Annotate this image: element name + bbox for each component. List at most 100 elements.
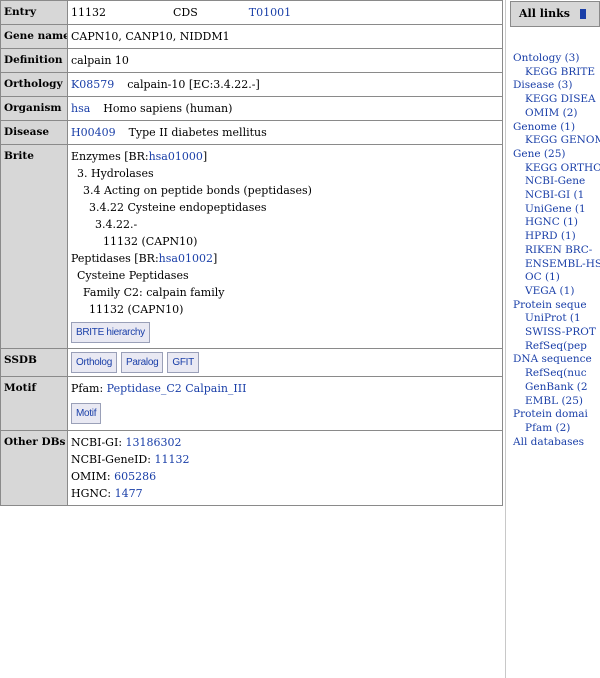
all-links-sidebar: All links Ontology (3) KEGG BRITE Disease … [510,0,600,678]
motif-prefix: Pfam: [71,382,104,395]
db-key: NCBI-GI: [71,436,123,449]
orthology-value: K08579 calpain-10 [EC:3.4.22.-] [67,72,503,97]
ko-link[interactable]: K08579 [71,78,114,91]
sidebar-link[interactable]: KEGG GENOM [513,134,600,148]
brite-line: 3.4.22.- [95,218,138,231]
ssdb-label: SSDB [0,348,68,377]
sidebar-link[interactable]: GenBank (2 [513,381,600,395]
sidebar-link[interactable]: OC (1) [513,271,600,285]
other-dbs-value: NCBI-GI: 13186302 NCBI-GeneID: 11132 OMI… [67,430,503,506]
ssdb-value: Ortholog Paralog GFIT [67,348,503,377]
gfit-button[interactable]: GFIT [167,352,199,373]
sidebar-link[interactable]: UniProt (1 [513,312,600,326]
entry-id: 11132 [71,6,106,19]
db-link[interactable]: 1477 [115,487,143,500]
organism-link[interactable]: hsa [71,102,90,115]
sidebar-link[interactable]: Pfam (2) [513,422,600,436]
brite-line: 11132 (CAPN10) [103,235,198,248]
sidebar-link[interactable]: HGNC (1) [513,216,600,230]
orthology-label: Orthology [0,72,68,97]
organism-text: Homo sapiens (human) [103,102,233,115]
db-link[interactable]: 13186302 [126,436,182,449]
brite-enzymes-link[interactable]: hsa01000 [149,150,203,163]
sidebar-category[interactable]: Ontology (3) [513,52,600,66]
sidebar-link[interactable]: ENSEMBL-HS [513,258,600,272]
motif-button[interactable]: Motif [71,403,102,424]
sidebar-link[interactable]: RIKEN BRC- [513,244,600,258]
motif-row: Motif Pfam: Peptidase_C2 Calpain_III Mot… [0,376,503,431]
sidebar-link[interactable]: RefSeq(pep [513,340,600,354]
ortholog-button[interactable]: Ortholog [71,352,117,373]
all-links-title: All links [519,7,570,20]
db-key: OMIM: [71,470,111,483]
sidebar-link[interactable]: NCBI-GI (1 [513,189,600,203]
brite-value: Enzymes [BR:hsa01000] 3. Hydrolases 3.4 … [67,144,503,349]
sidebar-link[interactable]: UniGene (1 [513,203,600,217]
brite-enzymes-prefix: Enzymes [BR: [71,150,149,163]
sidebar-category[interactable]: Genome (1) [513,121,600,135]
sidebar-category[interactable]: DNA sequence [513,353,600,367]
db-row: OMIM: 605286 [71,468,499,485]
brite-enzymes-suffix: ] [202,150,208,163]
brite-peptidases-suffix: ] [212,252,218,265]
brite-line: 3.4 Acting on peptide bonds (peptidases) [83,184,312,197]
db-row: NCBI-GeneID: 11132 [71,451,499,468]
sidebar-category[interactable]: All databases [513,436,600,450]
sidebar-category[interactable]: Disease (3) [513,79,600,93]
sidebar-link[interactable]: VEGA (1) [513,285,600,299]
brite-peptidases: Peptidases [BR:hsa01002] [71,250,499,267]
sidebar-link[interactable]: OMIM (2) [513,107,600,121]
other-dbs-label: Other DBs [0,430,68,506]
brite-line: 3.4.22 Cysteine endopeptidases [89,201,267,214]
gene-name-value: CAPN10, CANP10, NIDDM1 [67,24,503,49]
db-key: HGNC: [71,487,112,500]
entry-table: Entry 11132 CDS T01001 Gene name CAPN10,… [0,0,503,506]
entry-panel: Entry 11132 CDS T01001 Gene name CAPN10,… [0,0,503,678]
disease-label: Disease [0,120,68,145]
motif-label: Motif [0,376,68,431]
disease-value: H00409 Type II diabetes mellitus [67,120,503,145]
pfam-domains-link[interactable]: Peptidase_C2 Calpain_III [107,382,247,395]
db-row: NCBI-GI: 13186302 [71,434,499,451]
brite-line: 11132 (CAPN10) [89,303,184,316]
brite-hierarchy-button[interactable]: BRITE hierarchy [71,322,150,343]
definition-row: Definition calpain 10 [0,48,503,73]
sidebar-category[interactable]: Protein domai [513,408,600,422]
organism-label: Organism [0,96,68,121]
sidebar-link[interactable]: KEGG ORTHO [513,162,600,176]
gene-name-row: Gene name CAPN10, CANP10, NIDDM1 [0,24,503,49]
disease-row: Disease H00409 Type II diabetes mellitus [0,120,503,145]
sidebar-link[interactable]: RefSeq(nuc [513,367,600,381]
panel-divider [505,0,506,678]
sidebar-link[interactable]: SWISS-PROT [513,326,600,340]
sidebar-link[interactable]: KEGG DISEA [513,93,600,107]
sidebar-category[interactable]: Protein seque [513,299,600,313]
sidebar-link[interactable]: HPRD (1) [513,230,600,244]
sidebar-link[interactable]: NCBI-Gene [513,175,600,189]
motif-value: Pfam: Peptidase_C2 Calpain_III Motif [67,376,503,431]
genome-link[interactable]: T01001 [249,6,291,19]
brite-enzymes: Enzymes [BR:hsa01000] [71,148,499,165]
entry-type: CDS [173,6,198,19]
brite-peptidases-prefix: Peptidases [BR: [71,252,159,265]
brite-label: Brite [0,144,68,349]
other-dbs-row: Other DBs NCBI-GI: 13186302 NCBI-GeneID:… [0,430,503,506]
sidebar-category[interactable]: Gene (25) [513,148,600,162]
all-links-header: All links [510,1,600,27]
all-links-list: Ontology (3) KEGG BRITE Disease (3) KEGG DI… [510,52,600,449]
entry-label: Entry [0,0,68,25]
db-link[interactable]: 605286 [114,470,156,483]
brite-peptidases-link[interactable]: hsa01002 [159,252,213,265]
orthology-text: calpain-10 [EC:3.4.22.-] [127,78,260,91]
sidebar-link[interactable]: KEGG BRITE [513,66,600,80]
db-row: HGNC: 1477 [71,485,499,502]
disease-link[interactable]: H00409 [71,126,116,139]
sidebar-link[interactable]: EMBL (25) [513,395,600,409]
db-link[interactable]: 11132 [154,453,189,466]
organism-value: hsa Homo sapiens (human) [67,96,503,121]
paralog-button[interactable]: Paralog [120,352,164,373]
expand-icon[interactable] [579,9,586,19]
brite-line: Cysteine Peptidases [77,269,189,282]
gene-name-label: Gene name [0,24,68,49]
brite-row: Brite Enzymes [BR:hsa01000] 3. Hydrolase… [0,144,503,349]
